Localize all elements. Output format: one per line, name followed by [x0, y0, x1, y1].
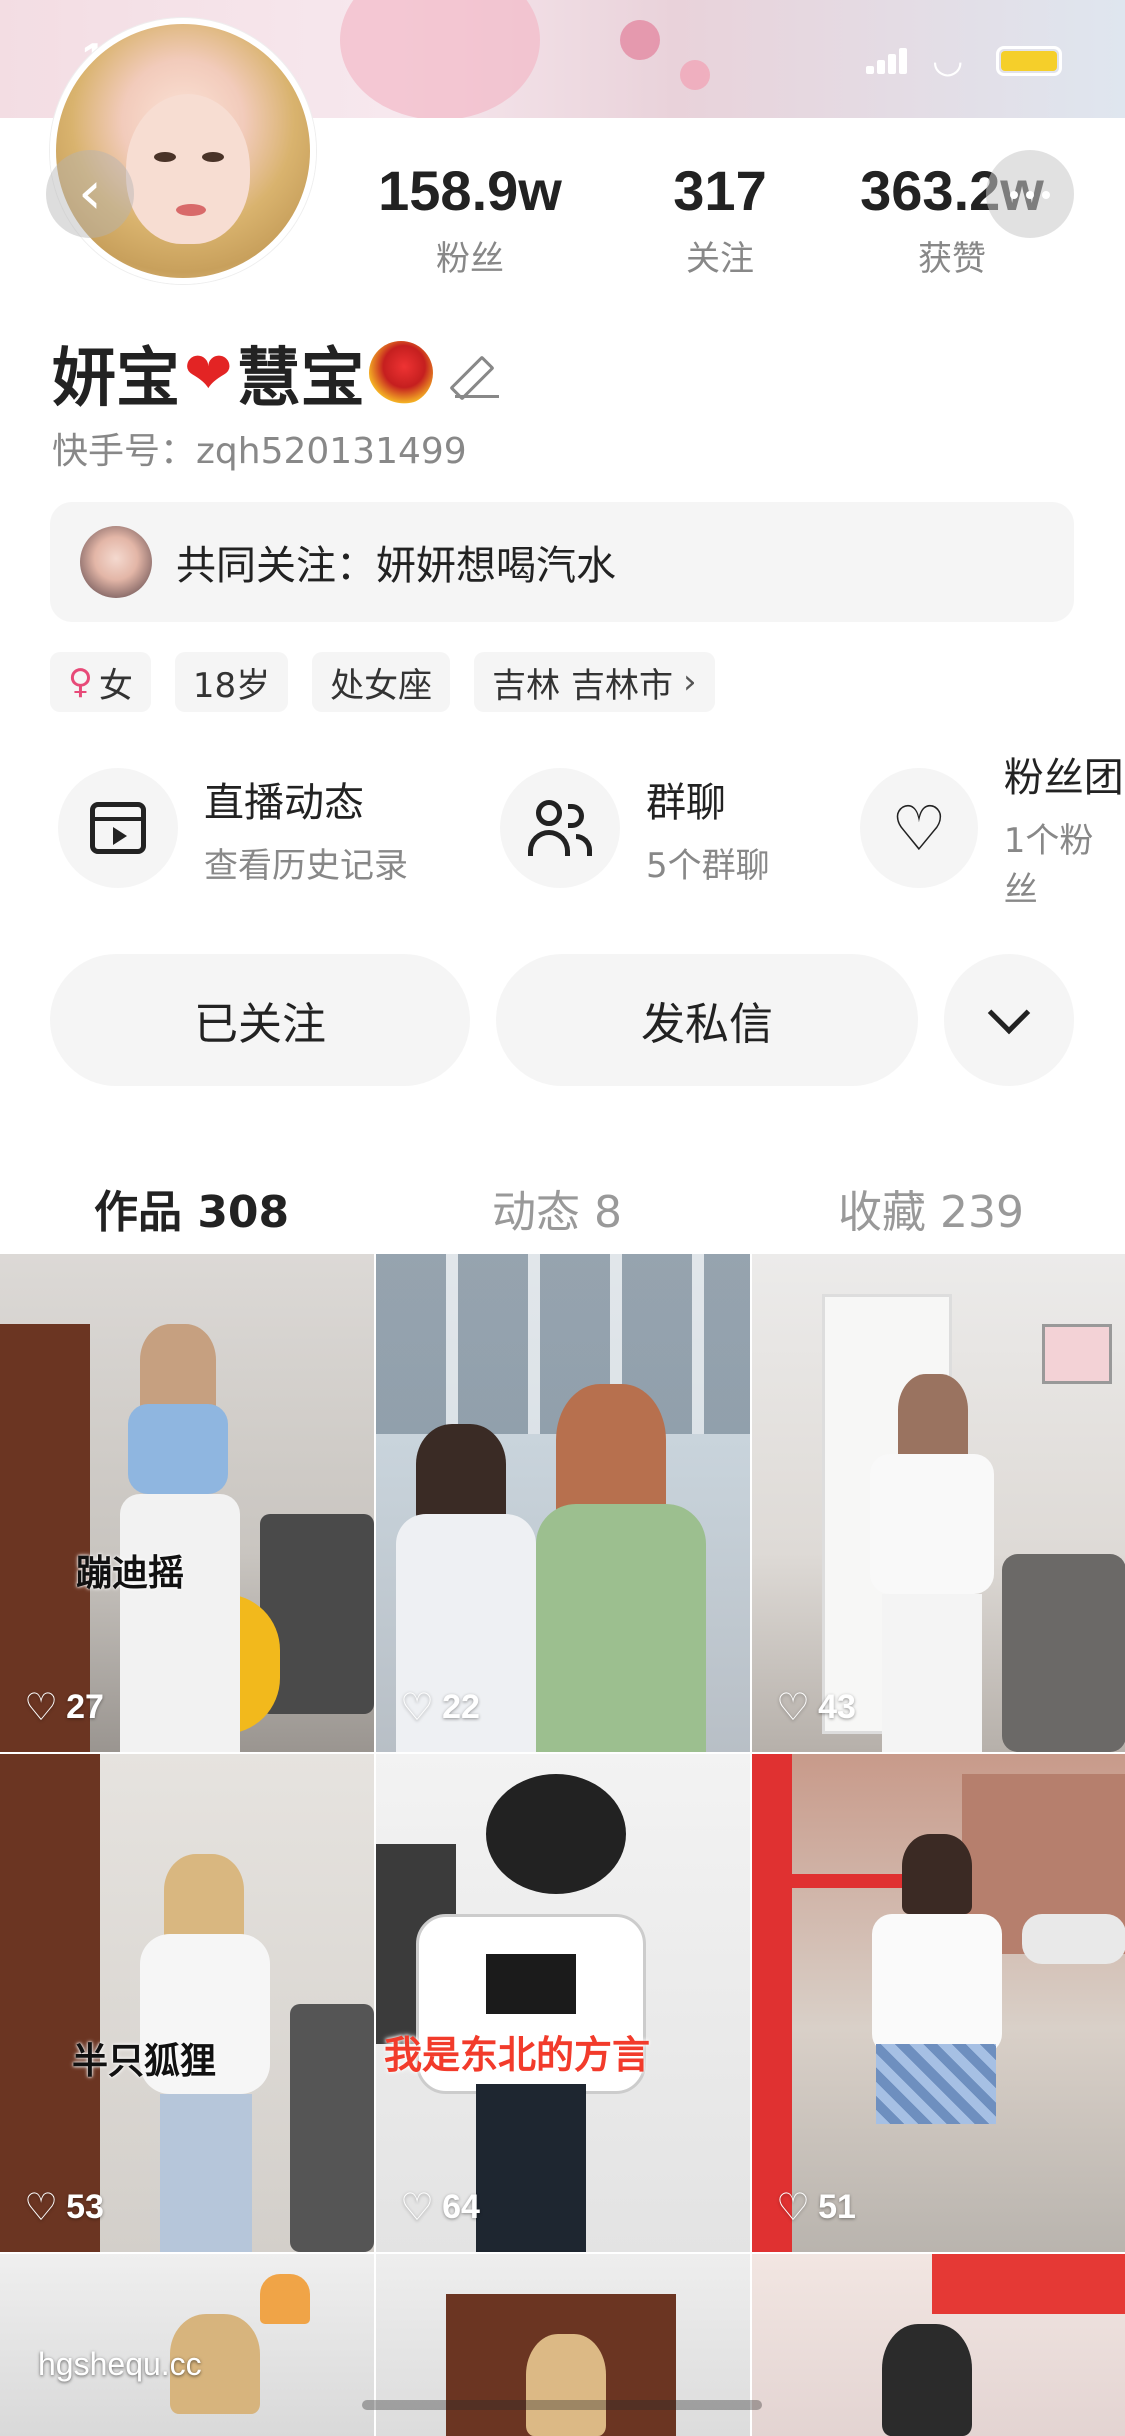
feature-live-subtitle: 查看历史记录	[204, 845, 408, 886]
tab-moments[interactable]: 动态 8	[492, 1176, 622, 1240]
feature-fan-club[interactable]: ♡ 粉丝团 1个粉丝	[860, 755, 1125, 910]
people-icon	[528, 800, 592, 856]
video-thumbnail[interactable]: 半只狐狸 ♡ 53	[0, 1754, 374, 2252]
home-indicator[interactable]	[362, 2400, 762, 2410]
chevron-right-icon: ›	[682, 662, 697, 702]
stat-likes-label: 获赞	[918, 239, 986, 279]
heart-outline-icon: ♡	[400, 2187, 435, 2229]
video-caption: 半只狐狸	[72, 2041, 217, 2082]
feature-fan-icon-wrap: ♡	[860, 768, 978, 888]
red-heart-icon: ❤	[184, 339, 233, 407]
stat-following-value: 317	[673, 159, 767, 222]
feature-group-chat[interactable]: 群聊 5个群聊	[500, 768, 770, 888]
battery-icon	[996, 46, 1062, 76]
wifi-icon: ◡	[932, 40, 964, 81]
mutual-follow-bar[interactable]: 共同关注：妍妍想喝汽水	[50, 502, 1074, 622]
feature-live-history[interactable]: 直播动态 查看历史记录	[58, 768, 408, 888]
kuaishou-id: 快手号：zqh520131499	[52, 431, 467, 472]
stat-fans[interactable]: 158.9w 粉丝	[360, 158, 580, 280]
stat-fans-value: 158.9w	[378, 159, 562, 222]
heart-outline-icon: ♡	[24, 1687, 59, 1729]
stat-fans-label: 粉丝	[436, 239, 504, 279]
feature-live-icon-wrap	[58, 768, 178, 888]
video-caption: 我是东北的方言	[384, 2033, 651, 2077]
profile-tags: ♀ 女 18岁 处女座 吉林 吉林市 ›	[50, 652, 739, 712]
video-thumbnail[interactable]: ♡ 22	[376, 1254, 750, 1752]
heart-outline-icon: ♡	[891, 791, 947, 865]
tag-zodiac-label: 处女座	[330, 665, 433, 706]
feature-live-title: 直播动态	[204, 779, 364, 826]
feature-fan-title: 粉丝团	[1003, 755, 1124, 801]
tag-gender-label: 女	[98, 665, 133, 706]
like-count: ♡ 27	[24, 1687, 104, 1729]
tag-age-label: 18岁	[192, 665, 271, 706]
video-thumbnail[interactable]: 我是东北的方言 ♡ 64	[376, 1754, 750, 2252]
more-options-button[interactable]	[944, 954, 1074, 1086]
tag-zodiac: 处女座	[312, 652, 451, 712]
content-tabs: 作品 308 动态 8 收藏 239	[0, 1136, 1125, 1266]
profile-name-part2: 慧宝	[236, 342, 365, 416]
feature-group-icon-wrap	[500, 768, 620, 888]
video-thumbnail[interactable]: 蹦迪摇 ♡ 27	[0, 1254, 374, 1752]
tag-age: 18岁	[174, 652, 289, 712]
calendar-play-icon	[90, 802, 146, 854]
more-menu-button[interactable]	[986, 150, 1074, 238]
feature-fan-subtitle: 1个粉丝	[1003, 821, 1094, 910]
chevron-down-icon	[987, 991, 1031, 1035]
heart-outline-icon: ♡	[400, 1687, 435, 1729]
mutual-follow-text: 共同关注：妍妍想喝汽水	[176, 543, 616, 589]
tag-gender: ♀ 女	[50, 652, 151, 712]
video-caption: 蹦迪摇	[76, 1553, 185, 1594]
profile-name-row: 妍宝 ❤ 慧宝	[52, 328, 499, 418]
edit-icon[interactable]	[454, 353, 499, 398]
feature-group-subtitle: 5个群聊	[646, 845, 770, 886]
video-thumbnail[interactable]	[752, 2254, 1125, 2436]
signal-icon	[866, 48, 908, 74]
video-thumbnail[interactable]: ♡ 43	[752, 1254, 1125, 1752]
watermark-text: hgshequ.cc	[38, 2346, 202, 2382]
dancer-emoji-icon	[368, 341, 433, 405]
followed-button[interactable]: 已关注	[50, 954, 470, 1086]
send-message-button[interactable]: 发私信	[496, 954, 918, 1086]
like-count: ♡ 51	[776, 2187, 856, 2229]
tag-location[interactable]: 吉林 吉林市 ›	[474, 652, 715, 712]
female-icon: ♀	[68, 662, 93, 702]
stat-following[interactable]: 317 关注	[610, 158, 830, 280]
heart-outline-icon: ♡	[776, 1687, 811, 1729]
tab-works[interactable]: 作品 308	[94, 1176, 289, 1240]
video-thumbnail[interactable]: ♡ 51	[752, 1754, 1125, 2252]
like-count: ♡ 43	[776, 1687, 856, 1729]
like-count: ♡ 22	[400, 1687, 480, 1729]
like-count: ♡ 64	[400, 2187, 480, 2229]
back-button[interactable]: ‹	[46, 150, 134, 238]
stat-following-label: 关注	[686, 239, 754, 279]
feature-group-title: 群聊	[646, 779, 726, 826]
tab-favorites[interactable]: 收藏 239	[838, 1176, 1024, 1240]
like-count: ♡ 53	[24, 2187, 104, 2229]
heart-outline-icon: ♡	[776, 2187, 811, 2229]
video-thumbnail[interactable]	[0, 2254, 374, 2436]
mutual-follow-avatar	[80, 526, 152, 598]
action-buttons: 已关注 发私信	[0, 954, 1125, 1090]
feature-row: 直播动态 查看历史记录 群聊 5个群聊 ♡ 粉丝团 1个粉丝	[0, 755, 1125, 918]
profile-name-part1: 妍宝	[52, 342, 180, 416]
tag-location-label: 吉林 吉林市	[492, 665, 673, 706]
heart-outline-icon: ♡	[24, 2187, 59, 2229]
